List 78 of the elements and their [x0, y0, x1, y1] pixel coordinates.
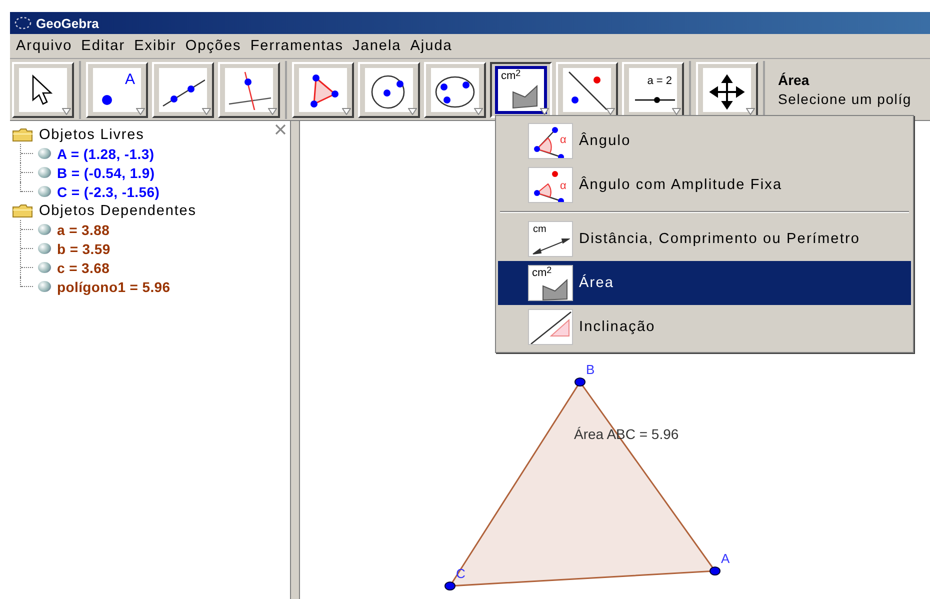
object-label[interactable]: A = (1.28, -1.3): [57, 146, 154, 162]
point[interactable]: [444, 582, 456, 590]
perpendicular-line-icon: [227, 70, 271, 110]
folder-label[interactable]: Objetos Dependentes: [39, 202, 196, 218]
double-arrow-icon: [532, 237, 570, 255]
object-ball-icon[interactable]: [38, 243, 51, 254]
object-label[interactable]: b = 3.59: [57, 240, 110, 256]
tool-button[interactable]: [218, 62, 280, 118]
window-title: GeoGebra: [36, 16, 99, 30]
ellipse-logo-icon: [14, 16, 32, 30]
tool-button[interactable]: [556, 62, 618, 118]
icon-label: α: [560, 135, 566, 146]
slider-icon: [635, 96, 675, 104]
folder-label[interactable]: Objetos Livres: [39, 126, 144, 142]
tool-name: Área: [778, 72, 810, 88]
object-label[interactable]: a = 3.88: [57, 222, 110, 238]
point[interactable]: [574, 378, 586, 386]
tool-button[interactable]: [424, 62, 486, 118]
point-label: B: [586, 362, 595, 377]
menu-option-label: Ângulo com Amplitude Fixa: [579, 177, 782, 193]
icon-label: cm: [533, 225, 546, 235]
tool-button[interactable]: a = 2: [622, 62, 684, 118]
menu-item[interactable]: Ajuda: [406, 38, 458, 54]
object-ball-icon[interactable]: [38, 167, 51, 178]
menu-option-label: Ângulo: [579, 133, 631, 149]
menu-option[interactable]: α Ângulo: [498, 119, 911, 163]
tool-button[interactable]: [292, 62, 354, 118]
slope-icon: [529, 310, 572, 344]
menu-option[interactable]: α Ângulo com Amplitude Fixa: [498, 163, 911, 207]
menu-item[interactable]: Janela: [348, 38, 406, 54]
menu-item[interactable]: Arquivo: [12, 38, 78, 54]
object-ball-icon[interactable]: [38, 281, 51, 292]
menu-option[interactable]: cm Distância, Comprimento ou Perímetro: [498, 217, 911, 261]
menu-option[interactable]: Inclinação: [498, 305, 911, 349]
menu-option-label: Distância, Comprimento ou Perímetro: [579, 231, 860, 247]
object-ball-icon[interactable]: [38, 224, 51, 235]
dropdown-triangle-icon: [474, 108, 483, 114]
menu-item[interactable]: Editar: [77, 38, 130, 54]
close-icon[interactable]: [275, 124, 286, 135]
menu-option-label: Inclinação: [579, 319, 656, 335]
menu-item[interactable]: Opções: [181, 38, 246, 54]
dropdown-triangle-icon: [408, 108, 417, 114]
object-ball-icon[interactable]: [38, 148, 51, 159]
tool-button[interactable]: [696, 62, 758, 118]
icon-label: A: [124, 72, 135, 86]
object-label[interactable]: polígono1 = 5.96: [57, 278, 170, 294]
folder-icon: [12, 128, 34, 142]
polygon-area-icon: [542, 279, 568, 301]
object-ball-icon[interactable]: [38, 262, 51, 273]
dropdown-triangle-icon: [202, 108, 211, 114]
tool-button[interactable]: [358, 62, 420, 118]
icon-label: α: [560, 181, 566, 192]
tool-button[interactable]: [12, 62, 74, 118]
tool-button[interactable]: cm$^{2}$: [490, 62, 552, 118]
icon-label: a = 2: [647, 76, 672, 86]
point-label: C: [456, 566, 466, 581]
tool-button[interactable]: [152, 62, 214, 118]
polygon-area-icon: [512, 84, 538, 108]
object-ball-icon[interactable]: [38, 186, 51, 197]
tool-button[interactable]: A: [86, 62, 148, 118]
dropdown-triangle-icon: [136, 108, 145, 114]
icon-label: cm$^{2}$: [532, 268, 552, 279]
dropdown-triangle-icon: [342, 108, 351, 114]
menu-item[interactable]: Exibir: [130, 38, 182, 54]
menu-option-label: Área: [579, 275, 614, 291]
object-label[interactable]: B = (-0.54, 1.9): [57, 164, 155, 180]
point-label: A: [721, 551, 730, 566]
icon-label: cm$^{2}$: [501, 70, 521, 82]
dropdown-triangle-icon: [268, 108, 277, 114]
point-icon: [102, 94, 112, 104]
object-label[interactable]: c = 3.68: [57, 260, 110, 276]
menu-item[interactable]: Ferramentas: [246, 38, 349, 54]
menu-option[interactable]: cm$^{2}$ Área: [498, 261, 911, 305]
dropdown-triangle-icon: [62, 108, 71, 114]
folder-icon: [12, 204, 34, 218]
point[interactable]: [710, 566, 720, 576]
object-label[interactable]: C = (-2.3, -1.56): [57, 184, 160, 200]
tool-help-text: Selecione um políg: [778, 91, 912, 107]
